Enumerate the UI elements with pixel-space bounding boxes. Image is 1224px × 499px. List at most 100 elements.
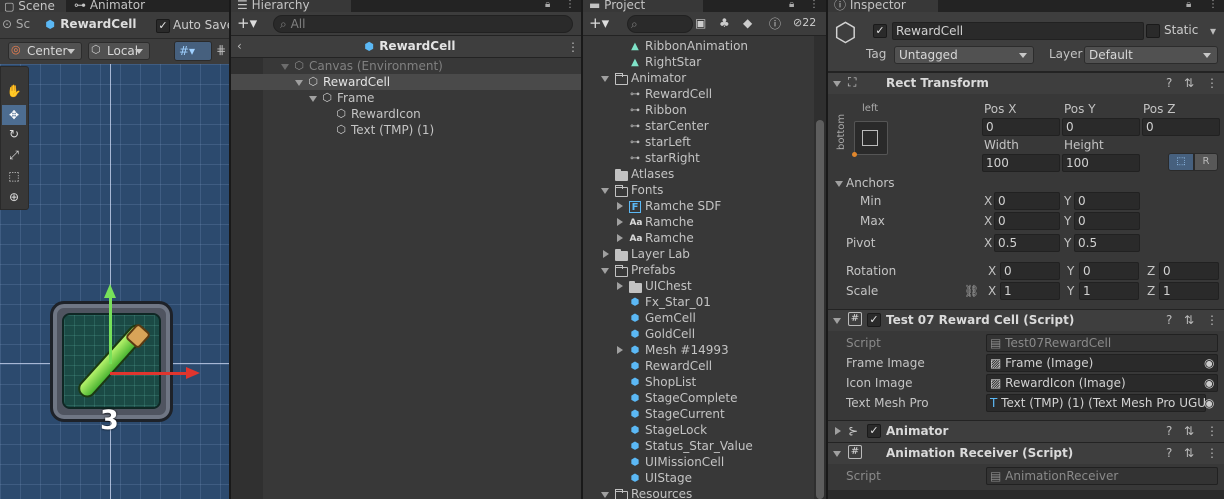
animator-expand[interactable] <box>835 427 841 435</box>
animator-enabled-checkbox[interactable]: ✓ <box>867 424 881 438</box>
rewardcell-expand-arrow[interactable] <box>295 80 303 86</box>
anchor-min-y-field[interactable]: 0 <box>1074 192 1140 210</box>
project-scrollbar-thumb[interactable] <box>816 120 824 499</box>
project-lock-icon[interactable]: 🔒︎ <box>789 0 794 10</box>
reward-help-icon[interactable]: ? <box>1166 313 1172 327</box>
move-icon[interactable]: ✥ <box>2 105 26 125</box>
tag-icon[interactable]: ◆ <box>743 16 752 30</box>
project-item-label[interactable]: StageLock <box>645 422 707 438</box>
grid-snap-button[interactable]: #▾ <box>174 41 212 61</box>
add-button[interactable]: +▾ <box>237 14 257 32</box>
hand-icon[interactable]: ✋ <box>4 84 24 102</box>
project-item-label[interactable]: GemCell <box>645 310 696 326</box>
project-item-label[interactable]: StageCurrent <box>645 406 725 422</box>
pos-y-field[interactable]: 0 <box>1062 118 1140 136</box>
object-name-input[interactable]: RewardCell <box>892 22 1144 40</box>
project-item-label[interactable]: RightStar <box>645 54 701 70</box>
anim-receiver-preset-icon[interactable]: ⇅ <box>1184 446 1194 460</box>
project-menu-icon[interactable]: ⋮ <box>809 0 819 10</box>
inspector-lock-icon[interactable]: 🔒︎ <box>1186 0 1191 10</box>
height-field[interactable]: 100 <box>1062 154 1140 172</box>
project-item-label[interactable]: Ribbon <box>645 102 687 118</box>
hierarchy-search-input[interactable]: ⌕ All <box>273 15 573 33</box>
inspector-menu-icon[interactable]: ⋮ <box>1208 0 1218 10</box>
blueprint-mode-button[interactable]: ⬚ <box>1168 153 1194 171</box>
transform-icon[interactable]: ⊕ <box>4 190 24 204</box>
active-checkbox[interactable]: ✓ <box>873 24 887 38</box>
anchors-expand[interactable] <box>835 181 843 187</box>
project-item-label[interactable]: Ramche SDF <box>645 198 721 214</box>
tab-project[interactable]: ▬ Project <box>583 0 703 12</box>
scale-icon[interactable]: ⤢ <box>4 148 24 163</box>
search-by-label-icon[interactable]: ♣ <box>719 16 730 30</box>
project-item-label[interactable]: UIStage <box>645 470 692 486</box>
pos-z-field[interactable]: 0 <box>1142 118 1220 136</box>
anchor-max-y-field[interactable]: 0 <box>1074 212 1140 230</box>
anim-receiver-help-icon[interactable]: ? <box>1166 446 1172 460</box>
project-item-label[interactable]: GoldCell <box>645 326 695 342</box>
project-item-label[interactable]: UIChest <box>645 278 692 294</box>
animator-preset-icon[interactable]: ⇅ <box>1184 424 1194 438</box>
project-add-button[interactable]: +▾ <box>589 14 609 32</box>
animator-menu-icon[interactable]: ⋮ <box>1206 424 1218 438</box>
rect-preset-icon[interactable]: ⇅ <box>1184 76 1194 90</box>
anim-receiver-expand[interactable] <box>833 451 841 457</box>
hierarchy-item-frame[interactable]: Frame <box>337 90 374 106</box>
project-item-label[interactable]: RewardCell <box>645 358 712 374</box>
lock-icon[interactable]: 🔒︎ <box>545 0 550 10</box>
icon-image-field[interactable]: ▨ RewardIcon (Image) <box>986 374 1218 392</box>
pos-x-field[interactable]: 0 <box>982 118 1060 136</box>
rect-help-icon[interactable]: ? <box>1166 76 1172 90</box>
project-expand-arrow[interactable] <box>601 76 609 82</box>
project-item-label[interactable]: starRight <box>645 150 700 166</box>
pivot-y-field[interactable]: 0.5 <box>1074 234 1140 252</box>
grid-icon[interactable]: ⋕ <box>216 43 226 57</box>
text-mesh-pro-field[interactable]: T Text (TMP) (1) (Text Mesh Pro UGU <box>986 394 1206 412</box>
project-item-label[interactable]: starLeft <box>645 134 691 150</box>
prefab-menu-icon[interactable]: ⋮ <box>567 40 579 54</box>
tab-hierarchy[interactable]: ☰ Hierarchy <box>231 0 351 12</box>
project-item-label[interactable]: Mesh #14993 <box>645 342 729 358</box>
project-search-input[interactable]: ⌕ <box>627 15 693 33</box>
animator-help-icon[interactable]: ? <box>1166 424 1172 438</box>
anim-receiver-menu-icon[interactable]: ⋮ <box>1206 446 1218 460</box>
rotation-z-field[interactable]: 0 <box>1159 262 1219 280</box>
static-dropdown-arrow[interactable]: ▾ <box>1210 24 1216 38</box>
hidden-packages-icon[interactable]: ⊘22 <box>793 16 816 29</box>
project-item-label[interactable]: Ramche <box>645 214 694 230</box>
project-expand-arrow[interactable] <box>601 188 609 194</box>
rect-menu-icon[interactable]: ⋮ <box>1206 76 1218 90</box>
project-expand-arrow[interactable] <box>617 282 623 290</box>
project-item-label[interactable]: RewardCell <box>645 86 712 102</box>
project-item-label[interactable]: Fonts <box>631 182 663 198</box>
reward-menu-icon[interactable]: ⋮ <box>1206 313 1218 327</box>
project-item-label[interactable]: Status_Star_Value <box>645 438 753 454</box>
project-expand-arrow[interactable] <box>617 218 623 226</box>
rotate-icon[interactable]: ↻ <box>4 127 24 141</box>
project-item-label[interactable]: Resources <box>631 486 692 499</box>
search-by-type-icon[interactable]: ▣ <box>695 16 706 30</box>
layer-dropdown[interactable]: Default <box>1084 46 1218 64</box>
move-gizmo-x-axis[interactable] <box>110 372 188 375</box>
rotation-x-field[interactable]: 0 <box>1000 262 1060 280</box>
auto-save-checkbox[interactable]: ✓ <box>156 19 170 33</box>
scale-y-field[interactable]: 1 <box>1079 282 1139 300</box>
hierarchy-item-canvas[interactable]: Canvas (Environment) <box>309 58 443 74</box>
raw-edit-button[interactable]: R <box>1194 153 1218 171</box>
constrain-proportions-icon[interactable]: ⛓ <box>964 284 979 298</box>
text-object-picker-icon[interactable]: ◉ <box>1204 396 1214 410</box>
canvas-expand-arrow[interactable] <box>281 64 289 70</box>
tab-scene[interactable]: ▢ Scene <box>0 0 66 12</box>
prefab-breadcrumb[interactable]: ⬢ RewardCell <box>44 17 136 31</box>
project-item-label[interactable]: Prefabs <box>631 262 676 278</box>
scale-z-field[interactable]: 1 <box>1159 282 1219 300</box>
project-expand-arrow[interactable] <box>617 234 623 242</box>
frame-expand-arrow[interactable] <box>309 96 317 102</box>
project-expand-arrow[interactable] <box>617 346 623 354</box>
move-gizmo-y-axis[interactable] <box>109 296 112 364</box>
tab-animator[interactable]: ⊶ Animator <box>70 0 228 12</box>
project-expand-arrow[interactable] <box>603 250 609 258</box>
reward-script-enabled-checkbox[interactable]: ✓ <box>867 313 881 327</box>
width-field[interactable]: 100 <box>982 154 1060 172</box>
anchor-min-x-field[interactable]: 0 <box>994 192 1060 210</box>
